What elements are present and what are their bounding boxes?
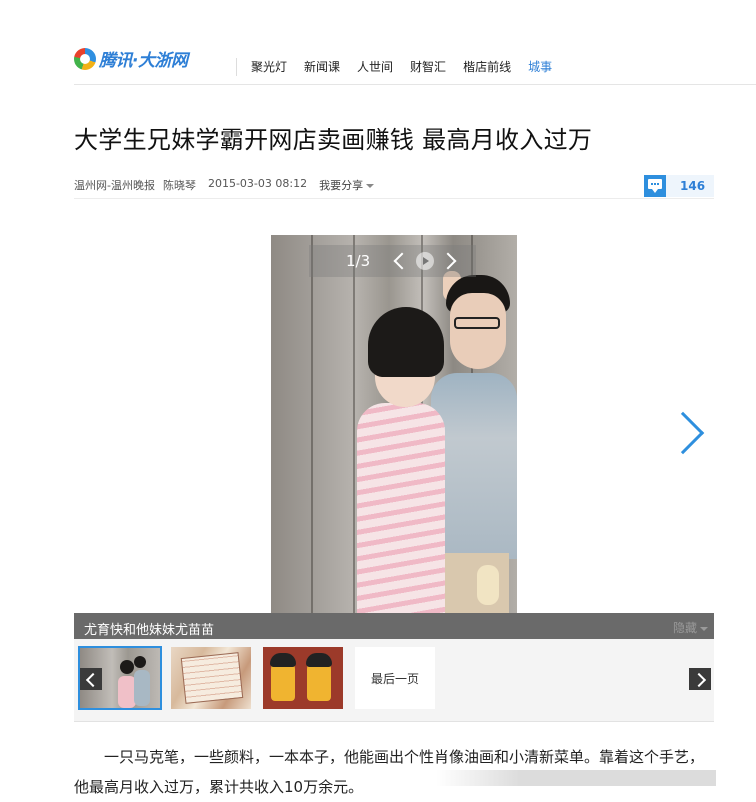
- pager-prev-icon[interactable]: [393, 252, 411, 270]
- comment-count: 146: [680, 179, 706, 193]
- logo-text: 腾讯·大浙网: [99, 51, 188, 71]
- article-title: 大学生兄妹学霸开网店卖画赚钱 最高月收入过万: [74, 126, 593, 154]
- tencent-logo-icon: [74, 47, 96, 70]
- article-datetime: 2015-03-03 08:12: [207, 177, 308, 190]
- comment-bubble-icon: [644, 175, 666, 197]
- article-author: 陈晓琴: [162, 179, 196, 192]
- comment-button[interactable]: 146: [644, 175, 714, 197]
- meta-divider: [74, 198, 714, 199]
- gallery-next-arrow-icon[interactable]: [661, 411, 705, 455]
- main-nav: 聚光灯 新闻课 人世间 财智汇 楷店前线 城事: [236, 58, 569, 76]
- nav-item-finance[interactable]: 财智汇: [410, 58, 446, 76]
- site-logo[interactable]: 腾讯·大浙网: [74, 46, 188, 71]
- header-divider: [74, 84, 756, 85]
- nav-item-spotlight[interactable]: 聚光灯: [251, 58, 287, 76]
- thumbnail-prev-icon[interactable]: [80, 668, 102, 690]
- pager-next-icon[interactable]: [439, 252, 457, 270]
- share-button[interactable]: 我要分享: [319, 177, 374, 193]
- gallery-main-photo[interactable]: [271, 235, 517, 613]
- gallery-caption: 尤育快和他妹妹尤苗苗: [84, 623, 215, 638]
- nav-item-human-world[interactable]: 人世间: [357, 58, 393, 76]
- nav-item-store-frontline[interactable]: 楷店前线: [463, 58, 511, 76]
- play-icon[interactable]: [416, 252, 434, 270]
- gallery-pager: 1/3: [309, 245, 476, 277]
- last-page-link[interactable]: 最后一页: [355, 647, 435, 709]
- hide-caption-button[interactable]: 隐藏: [673, 619, 708, 636]
- thumbnail-next-icon[interactable]: [689, 668, 711, 690]
- article-meta: 温州网-温州晚报 陈晓琴 2015-03-03 08:12 我要分享: [74, 177, 382, 193]
- nav-item-news-class[interactable]: 新闻课: [304, 58, 340, 76]
- gallery-counter: 1/3: [346, 252, 371, 270]
- thumbnail-strip: 最后一页: [74, 639, 714, 722]
- nav-item-city-affairs[interactable]: 城事: [528, 58, 552, 76]
- thumbnail-2[interactable]: [171, 647, 251, 709]
- article-source[interactable]: 温州网-温州晚报: [74, 177, 155, 193]
- gallery-caption-bar: 尤育快和他妹妹尤苗苗 隐藏: [74, 613, 714, 639]
- thumbnail-3[interactable]: [263, 647, 343, 709]
- faded-overlay: [436, 770, 716, 786]
